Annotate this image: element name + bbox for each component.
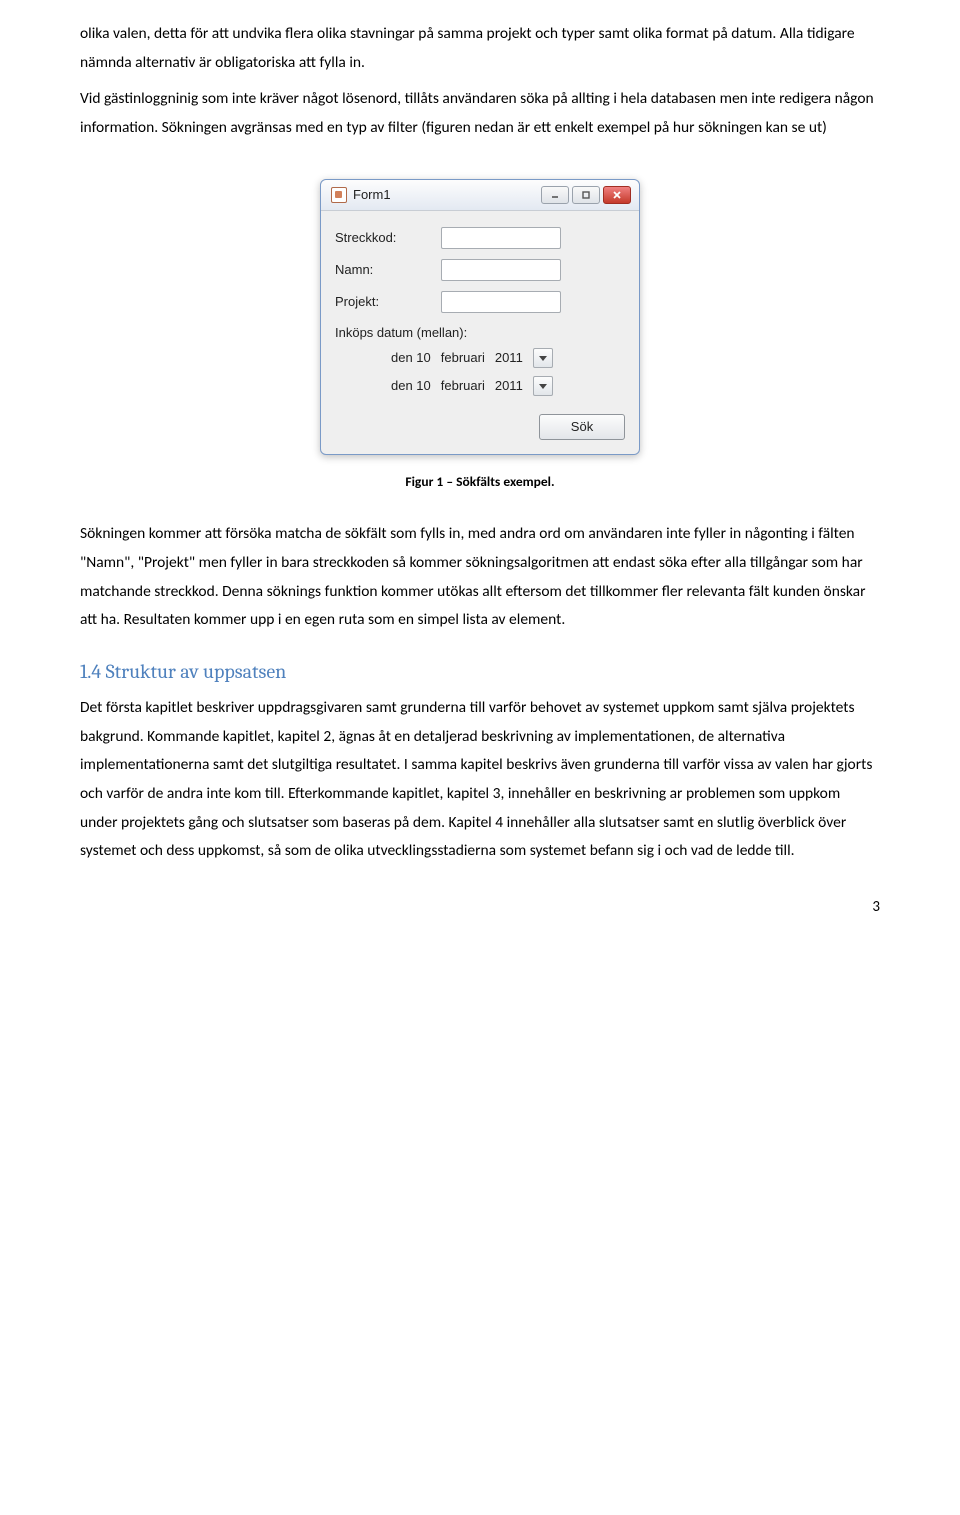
input-namn[interactable]	[441, 259, 561, 281]
app-icon	[331, 187, 347, 203]
label-inkops: Inköps datum (mellan):	[335, 325, 625, 341]
close-button[interactable]	[603, 186, 631, 204]
datepicker-from[interactable]: den 10 februari 2011	[335, 348, 625, 368]
label-namn: Namn:	[335, 262, 435, 278]
label-streckkod: Streckkod:	[335, 230, 435, 246]
button-row: Sök	[335, 414, 625, 440]
date-to-day: den 10	[391, 378, 431, 394]
date-from-dropdown[interactable]	[533, 348, 553, 368]
row-projekt: Projekt:	[335, 291, 625, 313]
row-streckkod: Streckkod:	[335, 227, 625, 249]
date-to-year: 2011	[495, 378, 523, 394]
form-window: Form1 Streckkod: Namn:	[320, 179, 640, 456]
paragraph-3: Sökningen kommer att försöka matcha de s…	[80, 520, 880, 635]
maximize-button[interactable]	[572, 186, 600, 204]
input-streckkod[interactable]	[441, 227, 561, 249]
paragraph-4: Det första kapitlet beskriver uppdragsgi…	[80, 694, 880, 866]
window-title: Form1	[353, 187, 541, 203]
search-button[interactable]: Sök	[539, 414, 625, 440]
section-heading-1-4: 1.4 Struktur av uppsatsen	[80, 653, 880, 690]
window-buttons	[541, 186, 631, 204]
row-namn: Namn:	[335, 259, 625, 281]
minimize-button[interactable]	[541, 186, 569, 204]
figure-caption: Figur 1 – Sökfälts exempel.	[405, 473, 554, 492]
date-from-day: den 10	[391, 350, 431, 366]
datepicker-to[interactable]: den 10 februari 2011	[335, 376, 625, 396]
figure-1: Form1 Streckkod: Namn:	[80, 179, 880, 492]
date-to-month: februari	[441, 378, 485, 394]
date-to-dropdown[interactable]	[533, 376, 553, 396]
titlebar: Form1	[321, 180, 639, 211]
date-from-month: februari	[441, 350, 485, 366]
paragraph-2: Vid gästinloggninig som inte kräver någo…	[80, 85, 880, 142]
chevron-down-icon	[539, 384, 547, 389]
label-projekt: Projekt:	[335, 294, 435, 310]
chevron-down-icon	[539, 356, 547, 361]
paragraph-1: olika valen, detta för att undvika flera…	[80, 20, 880, 77]
input-projekt[interactable]	[441, 291, 561, 313]
form-body: Streckkod: Namn: Projekt: Inköps datum (…	[321, 211, 639, 455]
date-from-year: 2011	[495, 350, 523, 366]
page-number: 3	[80, 894, 880, 922]
